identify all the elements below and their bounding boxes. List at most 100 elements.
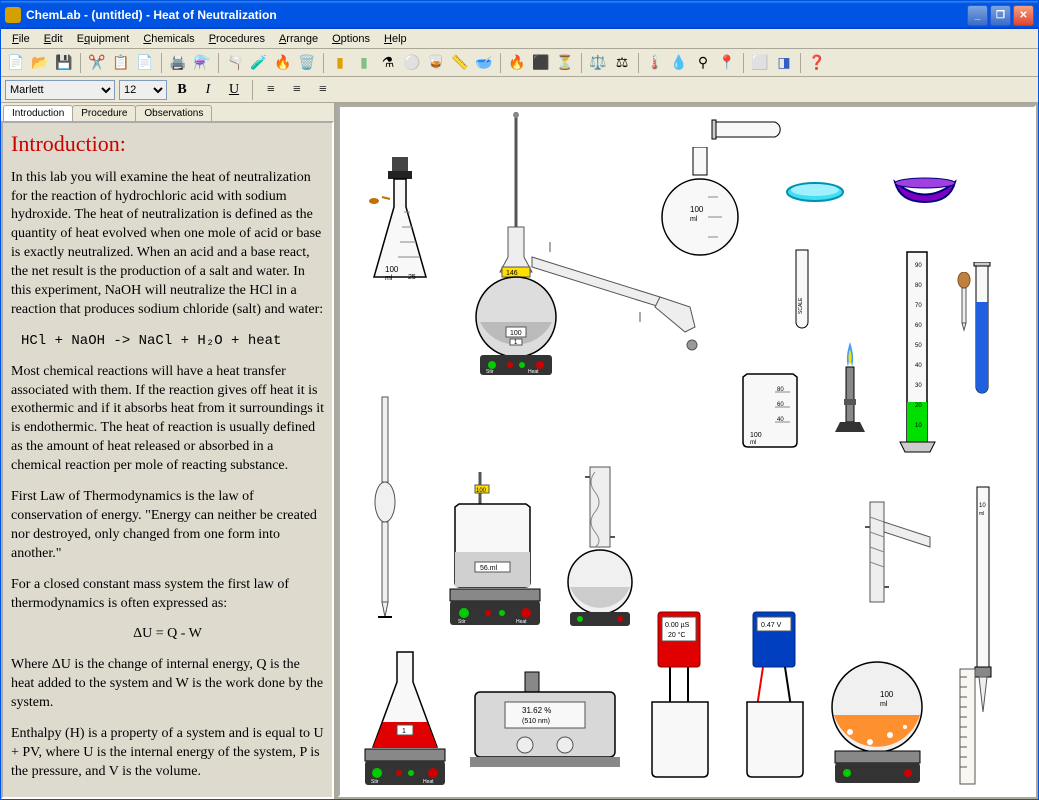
intro-p3: First Law of Thermodynamics is the law o… [11, 488, 324, 564]
trash-icon[interactable]: 🗑️ [296, 52, 318, 74]
svg-text:90: 90 [915, 263, 922, 269]
hotplate-icon[interactable]: ⬛ [530, 52, 552, 74]
gradcyl-icon[interactable]: 📏 [449, 52, 471, 74]
voltmeter[interactable]: 0.47 V [735, 607, 815, 787]
menu-options[interactable]: Options [325, 31, 377, 47]
text-editor[interactable]: Introduction: In this lab you will exami… [1, 121, 334, 799]
lab-canvas[interactable]: 100 ml 25 146 [338, 105, 1036, 797]
copy-icon[interactable]: 📋 [110, 52, 132, 74]
intro-heading: Introduction: [11, 129, 324, 159]
intro-p2: Most chemical reactions will have a heat… [11, 363, 324, 476]
svg-text:Stir: Stir [458, 619, 466, 625]
tab-observations[interactable]: Observations [135, 105, 212, 121]
bold-button[interactable]: B [171, 79, 193, 101]
svg-text:Stir: Stir [486, 369, 494, 375]
svg-text:Stir: Stir [371, 779, 379, 785]
test-tube-vertical[interactable]: SCALE [790, 247, 815, 337]
erlenmeyer-flask-stoppered[interactable]: 100 ml 25 [360, 157, 440, 292]
window2-icon[interactable]: ◨ [773, 52, 795, 74]
reflux-condenser[interactable] [565, 462, 635, 632]
svg-text:ml: ml [979, 511, 984, 517]
svg-text:146: 146 [506, 270, 518, 277]
beaker-100ml[interactable]: 100 ml 80 60 40 [735, 372, 805, 452]
thermometer-icon[interactable]: 🌡️ [644, 52, 666, 74]
dish-icon[interactable]: 🥣 [473, 52, 495, 74]
svg-text:10: 10 [915, 423, 922, 429]
svg-text:10: 10 [979, 503, 986, 509]
save-icon[interactable]: 💾 [53, 52, 75, 74]
menu-bar: File Edit Equipment Chemicals Procedures… [1, 29, 1038, 49]
italic-button[interactable]: I [197, 79, 219, 101]
window-title: ChemLab - (untitled) - Heat of Neutraliz… [26, 8, 967, 22]
menu-equipment[interactable]: Equipment [70, 31, 137, 47]
menu-chemicals[interactable]: Chemicals [136, 31, 201, 47]
pipette[interactable] [370, 392, 400, 622]
new-icon[interactable]: 📄 [5, 52, 27, 74]
flask-tool-icon[interactable]: ⚗️ [191, 52, 213, 74]
menu-help[interactable]: Help [377, 31, 414, 47]
maximize-button[interactable]: ❐ [990, 5, 1011, 26]
balance2-icon[interactable]: ⚖ [611, 52, 633, 74]
heat-icon[interactable]: 🔥 [272, 52, 294, 74]
svg-text:ml: ml [385, 275, 393, 282]
florence-flask[interactable]: 100 ml [660, 147, 740, 267]
testtube-icon[interactable]: ▮ [329, 52, 351, 74]
svg-text:100: 100 [690, 205, 704, 214]
intro-p4: For a closed constant mass system the fi… [11, 576, 324, 614]
svg-text:100: 100 [385, 265, 399, 274]
help-icon[interactable]: ❓ [806, 52, 828, 74]
svg-text:Heat: Heat [516, 619, 527, 625]
align-left-button[interactable]: ≡ [260, 79, 282, 101]
svg-text:40: 40 [777, 417, 784, 423]
cut-icon[interactable]: ✂️ [86, 52, 108, 74]
test-tube-horizontal[interactable] [710, 117, 790, 142]
tab-introduction[interactable]: Introduction [3, 105, 73, 121]
fractional-distillation[interactable]: 100 ml [820, 497, 940, 787]
bunsen-icon[interactable]: 🔥 [506, 52, 528, 74]
pour-icon[interactable]: 🫗 [224, 52, 246, 74]
svg-text:100: 100 [880, 690, 894, 699]
minimize-button[interactable]: _ [967, 5, 988, 26]
open-icon[interactable]: 📂 [29, 52, 51, 74]
probe-icon[interactable]: 📍 [716, 52, 738, 74]
roundflask-icon[interactable]: ⚪ [401, 52, 423, 74]
intro-p5: Where ΔU is the change of internal energ… [11, 656, 324, 713]
evaporating-dish[interactable] [890, 177, 960, 207]
stirrer-icon[interactable]: ⚲ [692, 52, 714, 74]
tab-procedure[interactable]: Procedure [72, 105, 136, 121]
decant-icon[interactable]: 🧪 [248, 52, 270, 74]
svg-text:100: 100 [476, 488, 487, 494]
equation-3: H = U +PV [11, 794, 324, 799]
app-icon [5, 7, 21, 23]
size-select[interactable]: 12 [119, 80, 167, 100]
graduated-cylinder[interactable]: 90 80 70 60 50 40 30 20 10 [895, 247, 940, 457]
balance-icon[interactable]: ⚖️ [587, 52, 609, 74]
ruler[interactable] [955, 667, 980, 787]
beaker-icon[interactable]: 🥃 [425, 52, 447, 74]
underline-button[interactable]: U [223, 79, 245, 101]
heated-beaker-assembly[interactable]: 100 56.ml Stir Heat [440, 467, 550, 632]
menu-procedures[interactable]: Procedures [202, 31, 272, 47]
conductivity-meter[interactable]: 0.00 µS 20 °C [640, 607, 720, 787]
bunsen-burner[interactable] [830, 337, 870, 457]
window1-icon[interactable]: ⬜ [749, 52, 771, 74]
watch-glass-cyan[interactable] [785, 182, 845, 207]
erlenmeyer-icon[interactable]: ⚗ [377, 52, 399, 74]
menu-file[interactable]: File [5, 31, 37, 47]
paste-icon[interactable]: 📄 [134, 52, 156, 74]
title-bar: ChemLab - (untitled) - Heat of Neutraliz… [1, 1, 1038, 29]
menu-arrange[interactable]: Arrange [272, 31, 325, 47]
erlenmeyer-red-hotplate[interactable]: 1 Stir Heat [355, 647, 455, 792]
testtube2-icon[interactable]: ▮ [353, 52, 375, 74]
menu-edit[interactable]: Edit [37, 31, 70, 47]
print-icon[interactable]: 🖨️ [167, 52, 189, 74]
font-select[interactable]: Marlett [5, 80, 115, 100]
main-toolbar: 📄 📂 💾 ✂️ 📋 📄 🖨️ ⚗️ 🫗 🧪 🔥 🗑️ ▮ ▮ ⚗ ⚪ 🥃 📏 … [1, 49, 1038, 77]
dropper-icon[interactable]: 💧 [668, 52, 690, 74]
close-button[interactable]: ✕ [1013, 5, 1034, 26]
align-center-button[interactable]: ≡ [286, 79, 308, 101]
hourglass-icon[interactable]: ⏳ [554, 52, 576, 74]
dropper[interactable] [955, 272, 973, 332]
align-right-button[interactable]: ≡ [312, 79, 334, 101]
spectrophotometer[interactable]: 31.62 % (510 nm) [470, 667, 620, 787]
